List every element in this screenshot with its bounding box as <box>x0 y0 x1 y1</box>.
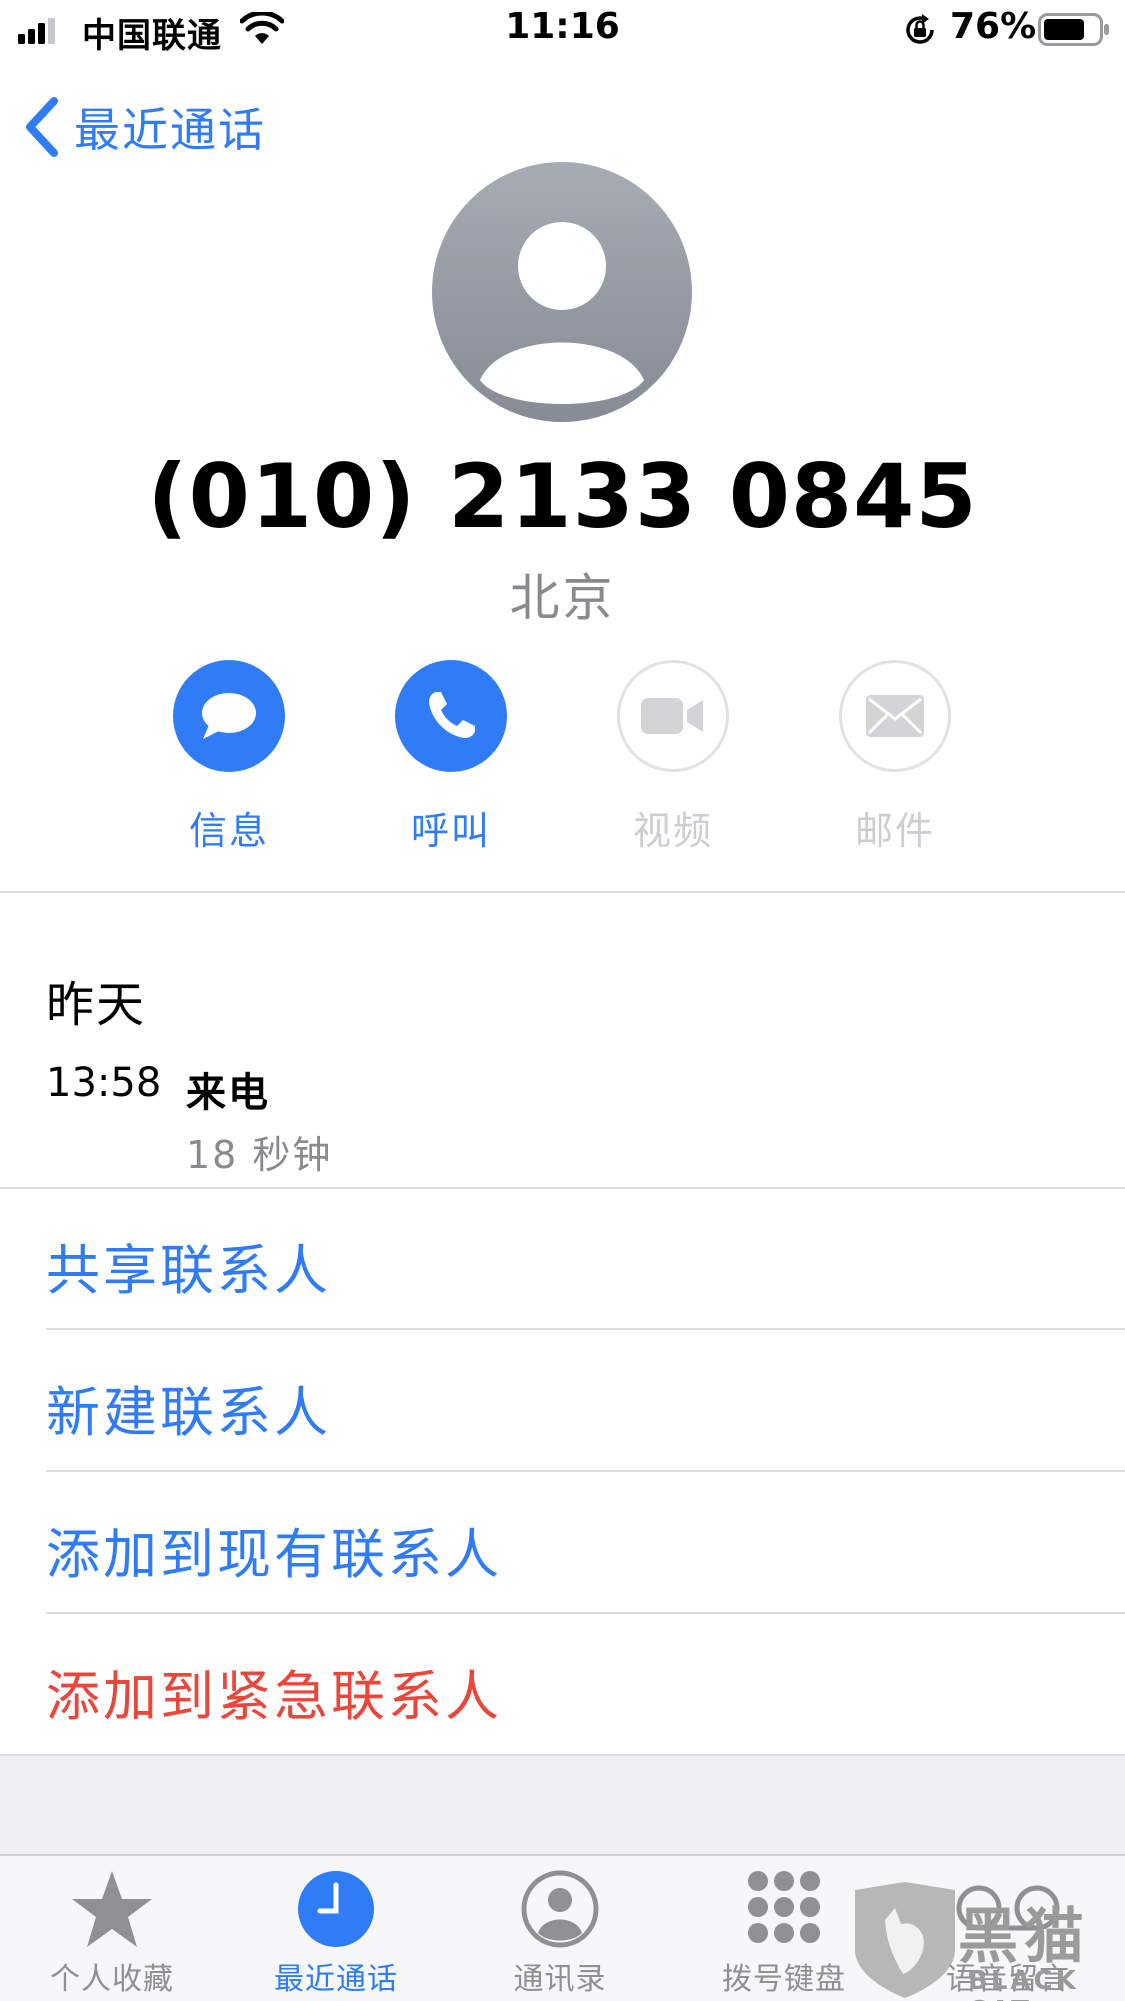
share-contact-button[interactable]: 共享联系人 <box>46 1226 331 1305</box>
phone-number: (010) 2133 0845 <box>147 445 978 548</box>
add-to-emergency-contacts-button[interactable]: 添加到紧急联系人 <box>46 1652 502 1731</box>
person-silhouette-icon <box>432 162 692 422</box>
message-button-circle <box>173 660 285 772</box>
tab-contacts[interactable]: 通讯录 <box>470 1864 650 1998</box>
history-date: 昨天 <box>46 977 147 1033</box>
watermark-subtext: BLACK CAT <box>968 1966 1079 2001</box>
header-divider <box>0 891 1125 893</box>
back-label: 最近通话 <box>74 103 266 157</box>
call-label: 呼叫 <box>410 809 491 853</box>
call-duration: 18 秒钟 <box>186 1133 333 1177</box>
phone-icon <box>429 692 475 738</box>
status-bar: 中国联通 11:16 76% <box>0 0 1125 60</box>
watermark-text: 黑猫 <box>958 1902 1090 1972</box>
call-button-circle <box>395 660 507 772</box>
tab-label: 个人收藏 <box>50 1962 174 1997</box>
history-divider <box>0 1187 1125 1189</box>
call-button[interactable]: 呼叫 <box>366 660 536 855</box>
add-to-existing-contact-button[interactable]: 添加到现有联系人 <box>46 1510 502 1589</box>
chevron-left-icon <box>26 97 58 157</box>
contact-detail-screen: 中国联通 11:16 76% 最近通话 (010) 2133 0845 北京 信… <box>0 0 1125 2001</box>
create-new-contact-button[interactable]: 新建联系人 <box>46 1368 331 1447</box>
star-icon <box>72 1871 152 1947</box>
message-icon <box>202 693 256 739</box>
clock-icon <box>298 1871 374 1947</box>
number-location: 北京 <box>509 569 616 627</box>
message-label: 信息 <box>188 809 269 853</box>
tab-recents[interactable]: 最近通话 <box>246 1864 426 1998</box>
mail-label: 邮件 <box>854 809 935 853</box>
rotation-lock-icon <box>906 14 934 44</box>
mail-button-circle <box>839 660 951 772</box>
mail-icon <box>866 695 924 737</box>
option-separator <box>46 1328 1125 1330</box>
tab-favorites[interactable]: 个人收藏 <box>22 1864 202 1998</box>
tab-label: 最近通话 <box>274 1962 398 1997</box>
back-button[interactable]: 最近通话 <box>22 92 266 162</box>
contacts-icon <box>521 1870 599 1948</box>
call-type: 来电 <box>186 1070 270 1116</box>
option-separator <box>46 1470 1125 1472</box>
video-icon <box>641 698 703 734</box>
option-separator <box>46 1612 1125 1614</box>
message-button[interactable]: 信息 <box>144 660 314 855</box>
video-button[interactable]: 视频 <box>588 660 758 855</box>
video-button-circle <box>617 660 729 772</box>
grouped-background <box>0 1756 1125 1854</box>
mail-button[interactable]: 邮件 <box>810 660 980 855</box>
battery-icon <box>1038 13 1109 46</box>
call-time: 13:58 <box>46 1060 162 1106</box>
battery-percentage: 76% <box>950 6 1037 47</box>
keypad-icon <box>748 1871 820 1943</box>
tab-label: 通讯录 <box>513 1962 607 1997</box>
video-label: 视频 <box>632 809 713 853</box>
